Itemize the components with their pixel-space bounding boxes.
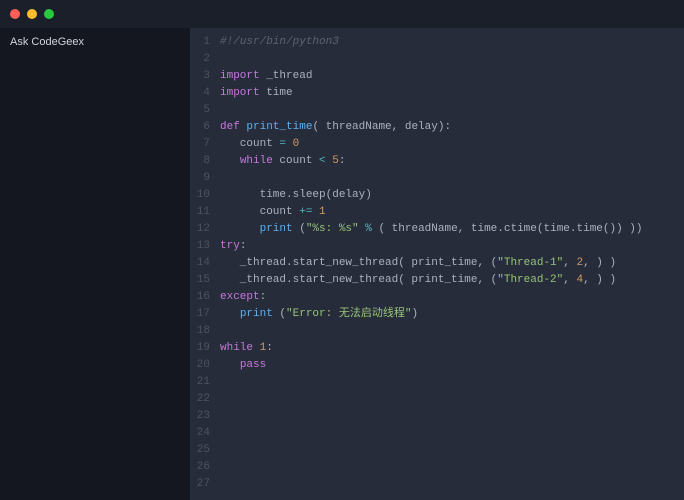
code-line[interactable]: 6def print_time( threadName, delay): <box>190 119 684 136</box>
code-line[interactable]: 26 <box>190 459 684 476</box>
line-number: 17 <box>190 306 220 323</box>
code-line[interactable]: 8 while count < 5: <box>190 153 684 170</box>
line-content[interactable]: _thread.start_new_thread( print_time, ("… <box>220 272 684 289</box>
code-line[interactable]: 10 time.sleep(delay) <box>190 187 684 204</box>
line-content[interactable] <box>220 442 684 459</box>
code-line[interactable]: 18 <box>190 323 684 340</box>
code-line[interactable]: 11 count += 1 <box>190 204 684 221</box>
line-number: 25 <box>190 442 220 459</box>
line-number: 23 <box>190 408 220 425</box>
line-number: 19 <box>190 340 220 357</box>
code-line[interactable]: 5 <box>190 102 684 119</box>
line-content[interactable] <box>220 408 684 425</box>
app-window: Ask CodeGeex 1#!/usr/bin/python323import… <box>0 0 684 500</box>
ask-codegeex-button[interactable]: Ask CodeGeex <box>10 36 180 48</box>
line-number: 16 <box>190 289 220 306</box>
code-line[interactable]: 27 <box>190 476 684 493</box>
code-line[interactable]: 12 print ("%s: %s" % ( threadName, time.… <box>190 221 684 238</box>
code-line[interactable]: 16except: <box>190 289 684 306</box>
line-content[interactable]: print ("%s: %s" % ( threadName, time.cti… <box>220 221 684 238</box>
line-number: 18 <box>190 323 220 340</box>
code-line[interactable]: 21 <box>190 374 684 391</box>
code-line[interactable]: 4import time <box>190 85 684 102</box>
line-content[interactable]: while count < 5: <box>220 153 684 170</box>
line-content[interactable]: while 1: <box>220 340 684 357</box>
body-area: Ask CodeGeex 1#!/usr/bin/python323import… <box>0 28 684 500</box>
maximize-icon[interactable] <box>44 9 54 19</box>
line-content[interactable]: count = 0 <box>220 136 684 153</box>
line-number: 7 <box>190 136 220 153</box>
line-content[interactable]: _thread.start_new_thread( print_time, ("… <box>220 255 684 272</box>
line-number: 9 <box>190 170 220 187</box>
line-number: 26 <box>190 459 220 476</box>
sidebar: Ask CodeGeex <box>0 28 190 500</box>
line-number: 20 <box>190 357 220 374</box>
line-number: 3 <box>190 68 220 85</box>
code-line[interactable]: 24 <box>190 425 684 442</box>
code-line[interactable]: 1#!/usr/bin/python3 <box>190 34 684 51</box>
line-content[interactable]: #!/usr/bin/python3 <box>220 34 684 51</box>
line-content[interactable] <box>220 459 684 476</box>
line-content[interactable]: import _thread <box>220 68 684 85</box>
code-line[interactable]: 19while 1: <box>190 340 684 357</box>
code-line[interactable]: 3import _thread <box>190 68 684 85</box>
code-line[interactable]: 7 count = 0 <box>190 136 684 153</box>
line-content[interactable] <box>220 51 684 68</box>
line-number: 14 <box>190 255 220 272</box>
line-number: 2 <box>190 51 220 68</box>
code-line[interactable]: 14 _thread.start_new_thread( print_time,… <box>190 255 684 272</box>
titlebar <box>0 0 684 28</box>
line-content[interactable]: try: <box>220 238 684 255</box>
line-number: 22 <box>190 391 220 408</box>
line-content[interactable] <box>220 170 684 187</box>
close-icon[interactable] <box>10 9 20 19</box>
line-number: 8 <box>190 153 220 170</box>
line-content[interactable] <box>220 102 684 119</box>
line-content[interactable]: time.sleep(delay) <box>220 187 684 204</box>
line-number: 6 <box>190 119 220 136</box>
line-number: 13 <box>190 238 220 255</box>
line-number: 11 <box>190 204 220 221</box>
line-number: 27 <box>190 476 220 493</box>
line-number: 1 <box>190 34 220 51</box>
line-content[interactable] <box>220 476 684 493</box>
line-number: 21 <box>190 374 220 391</box>
line-number: 4 <box>190 85 220 102</box>
line-content[interactable]: pass <box>220 357 684 374</box>
line-content[interactable] <box>220 391 684 408</box>
line-number: 10 <box>190 187 220 204</box>
line-number: 5 <box>190 102 220 119</box>
line-content[interactable]: except: <box>220 289 684 306</box>
line-number: 15 <box>190 272 220 289</box>
line-content[interactable]: import time <box>220 85 684 102</box>
code-line[interactable]: 17 print ("Error: 无法启动线程") <box>190 306 684 323</box>
line-content[interactable]: def print_time( threadName, delay): <box>220 119 684 136</box>
code-line[interactable]: 22 <box>190 391 684 408</box>
line-content[interactable] <box>220 374 684 391</box>
line-content[interactable]: print ("Error: 无法启动线程") <box>220 306 684 323</box>
code-line[interactable]: 13try: <box>190 238 684 255</box>
code-line[interactable]: 15 _thread.start_new_thread( print_time,… <box>190 272 684 289</box>
code-line[interactable]: 9 <box>190 170 684 187</box>
code-line[interactable]: 23 <box>190 408 684 425</box>
line-number: 12 <box>190 221 220 238</box>
line-content[interactable] <box>220 425 684 442</box>
line-content[interactable] <box>220 323 684 340</box>
code-line[interactable]: 25 <box>190 442 684 459</box>
line-content[interactable]: count += 1 <box>220 204 684 221</box>
minimize-icon[interactable] <box>27 9 37 19</box>
code-lines: 1#!/usr/bin/python323import _thread4impo… <box>190 34 684 500</box>
code-line[interactable]: 20 pass <box>190 357 684 374</box>
line-number: 24 <box>190 425 220 442</box>
code-editor[interactable]: 1#!/usr/bin/python323import _thread4impo… <box>190 28 684 500</box>
code-line[interactable]: 2 <box>190 51 684 68</box>
